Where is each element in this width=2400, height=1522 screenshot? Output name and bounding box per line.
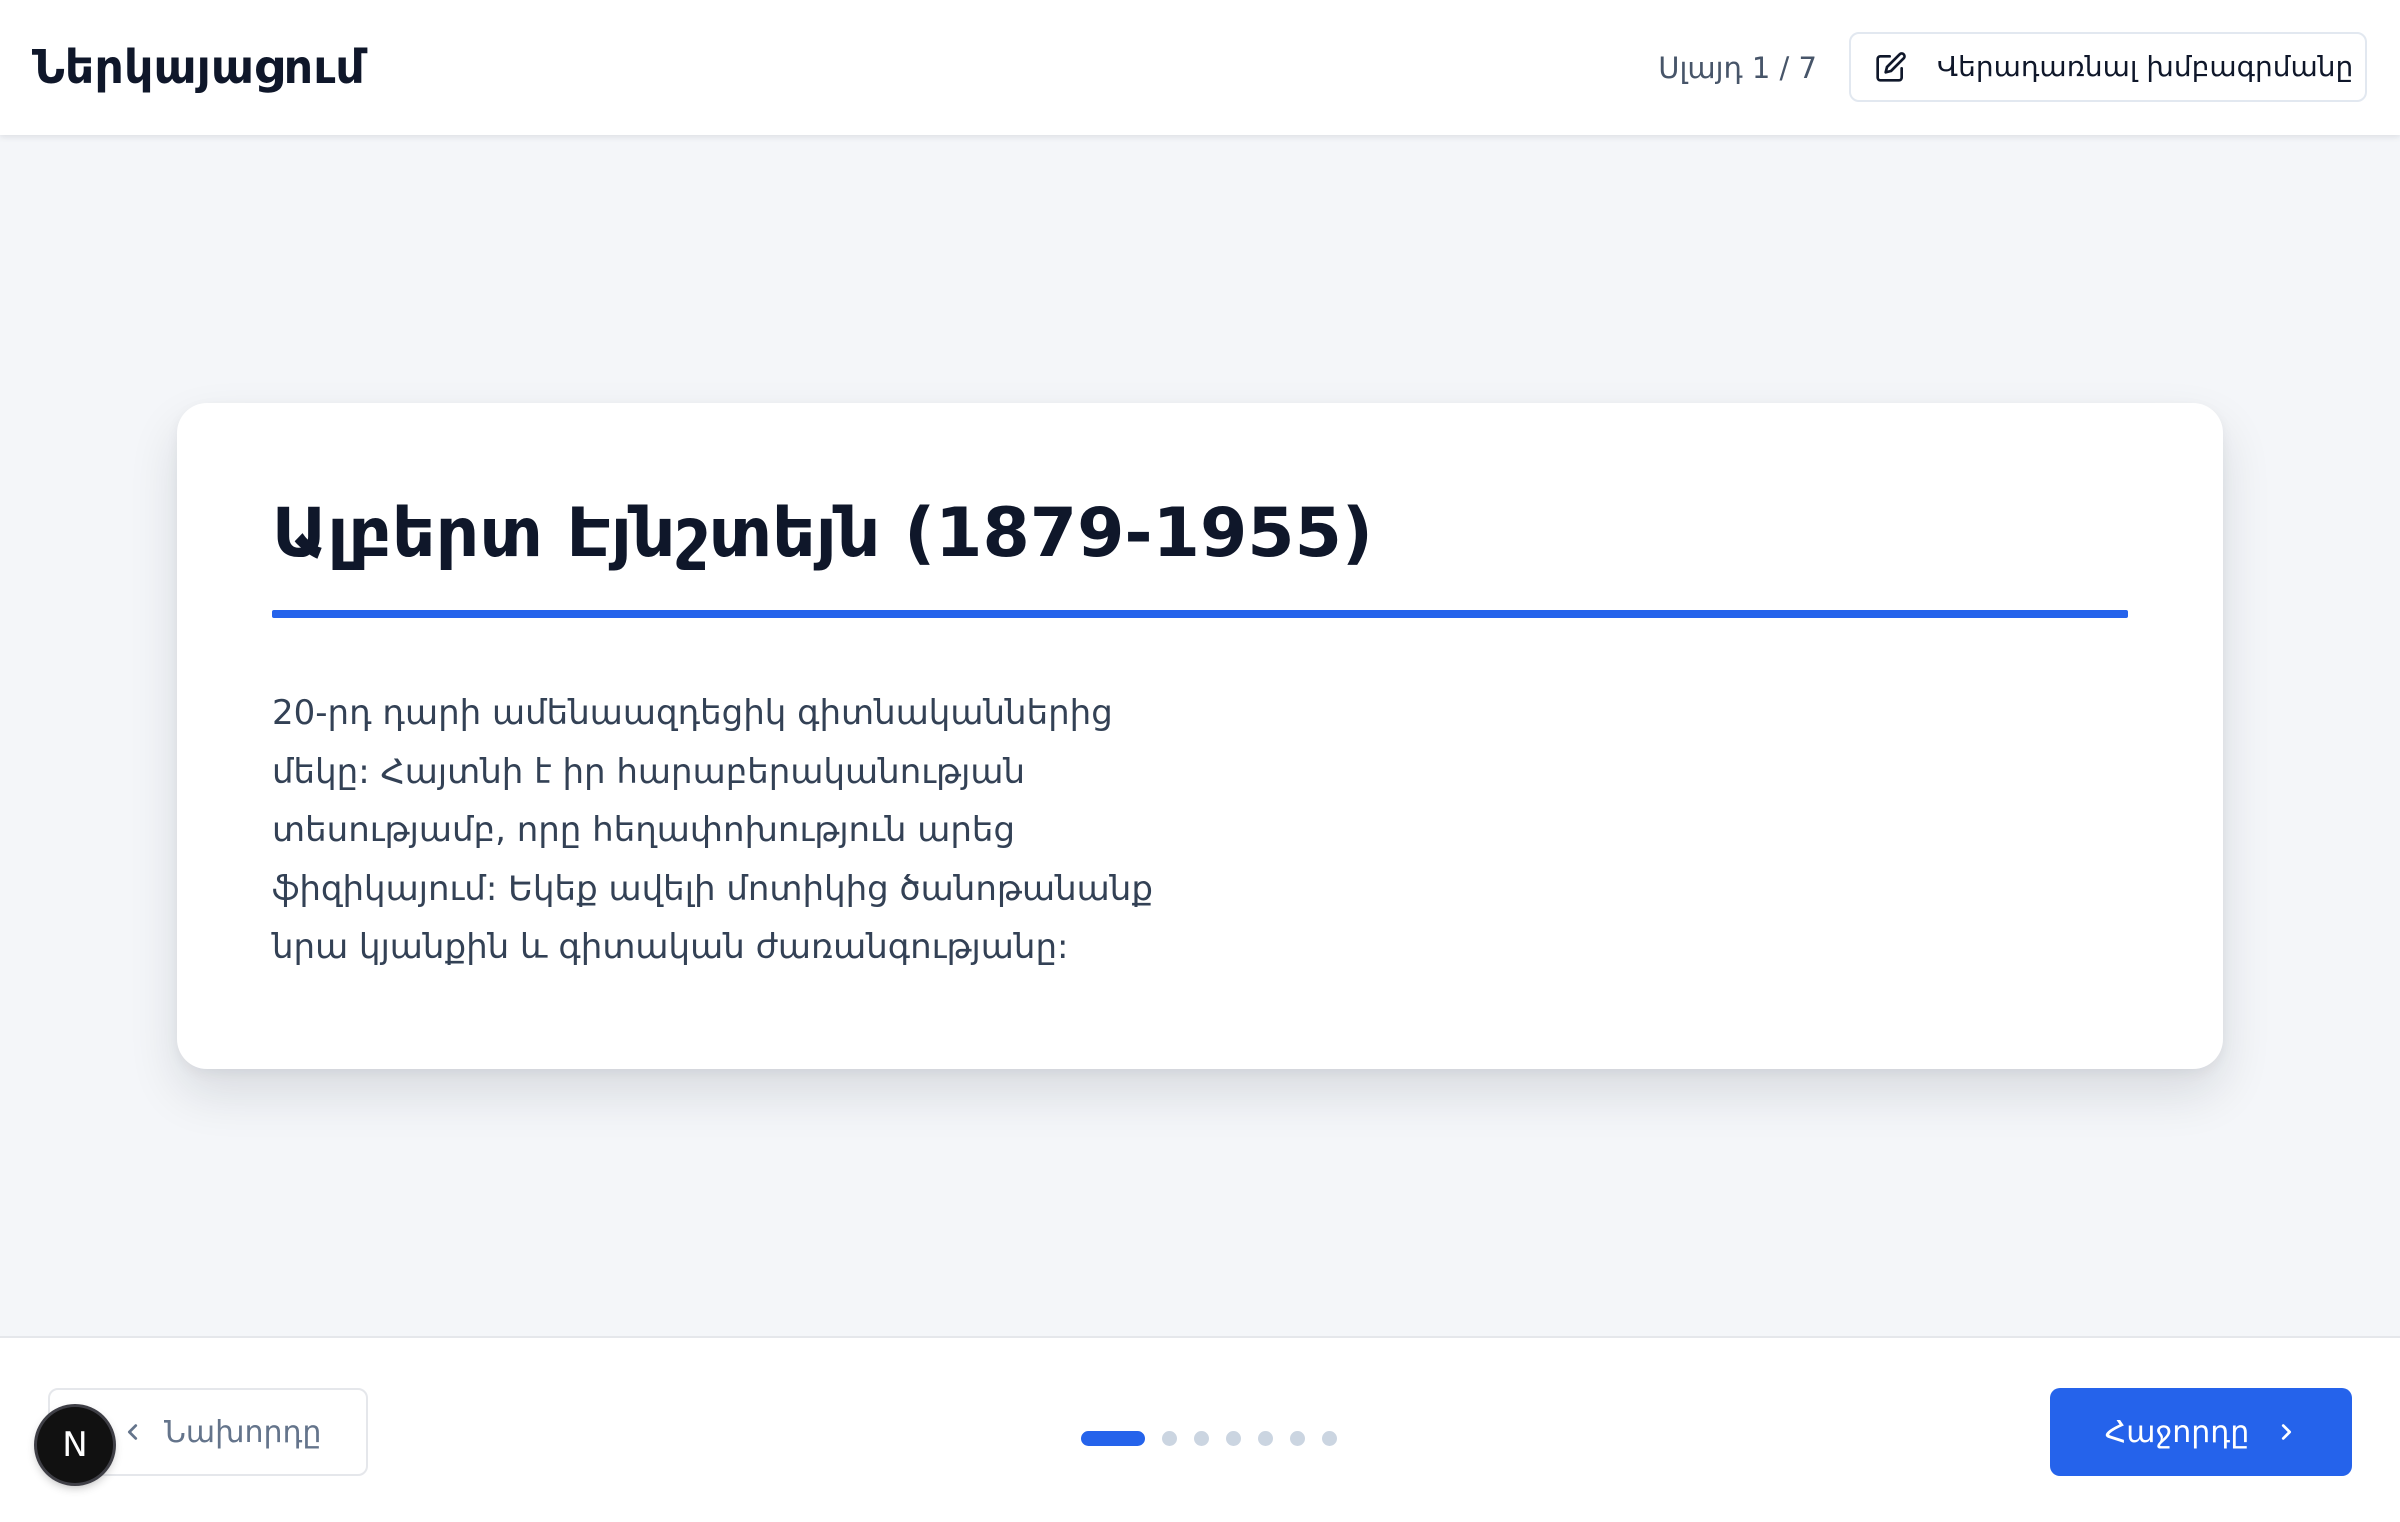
slide-title: Ալբերտ Էյնշտեյն (1879-1955)	[272, 494, 1373, 573]
slide-body-line: մեկը: Հայտնի է իր հարաբերականության	[272, 751, 1026, 792]
next-slide-button[interactable]: Հաջորդը	[2050, 1388, 2352, 1476]
slide-body-line: ֆիզիկայում: Եկեք ավելի մոտիկից ծանոթանան…	[272, 868, 1153, 909]
slide-dot-5[interactable]	[1258, 1431, 1273, 1446]
chevron-right-icon	[2275, 1421, 2297, 1443]
top-bar: Ներկայացում Սլայդ 1 / 7 Վերադառնալ խմբագ…	[0, 0, 2400, 135]
slide-body-text: 20-րդ դարի ամենաազդեցիկ գիտնականներից մե…	[272, 684, 1172, 977]
slide-dot-7[interactable]	[1322, 1431, 1337, 1446]
title-underline	[272, 610, 2128, 618]
slide-dot-2[interactable]	[1162, 1431, 1177, 1446]
slide-dot-1-active[interactable]	[1081, 1431, 1145, 1446]
page-indicator: Սլայդ 1 / 7	[1658, 51, 1817, 85]
chevron-left-icon	[122, 1421, 144, 1443]
slide-dot-6[interactable]	[1290, 1431, 1305, 1446]
slide-body-line: նրա կյանքին և գիտական ժառանգությանը:	[272, 927, 1069, 967]
slide-progress-dots	[1081, 1431, 1354, 1446]
slide-body-line: 20-րդ դարի ամենաազդեցիկ գիտնականներից	[272, 693, 1113, 733]
slide-dot-3[interactable]	[1194, 1431, 1209, 1446]
edit-icon	[1875, 51, 1907, 83]
slide-dot-4[interactable]	[1226, 1431, 1241, 1446]
previous-slide-label: Նախորդը	[164, 1414, 322, 1450]
app-title: Ներկայացում	[32, 40, 365, 94]
dev-tools-badge[interactable]: N	[37, 1407, 113, 1483]
slide-card: Ալբերտ Էյնշտեյն (1879-1955) 20-րդ դարի ա…	[177, 403, 2223, 1069]
next-slide-label: Հաջորդը	[2104, 1414, 2250, 1450]
back-to-edit-button[interactable]: Վերադառնալ խմբագրմանը	[1849, 32, 2367, 102]
badge-letter: N	[62, 1425, 88, 1465]
back-to-edit-label: Վերադառնալ խմբագրմանը	[1937, 50, 2354, 83]
bottom-navigation-bar: Նախորդը Հաջորդը	[0, 1336, 2400, 1522]
slide-body-line: տեսությամբ, որը հեղափոխություն արեց	[272, 810, 1015, 850]
